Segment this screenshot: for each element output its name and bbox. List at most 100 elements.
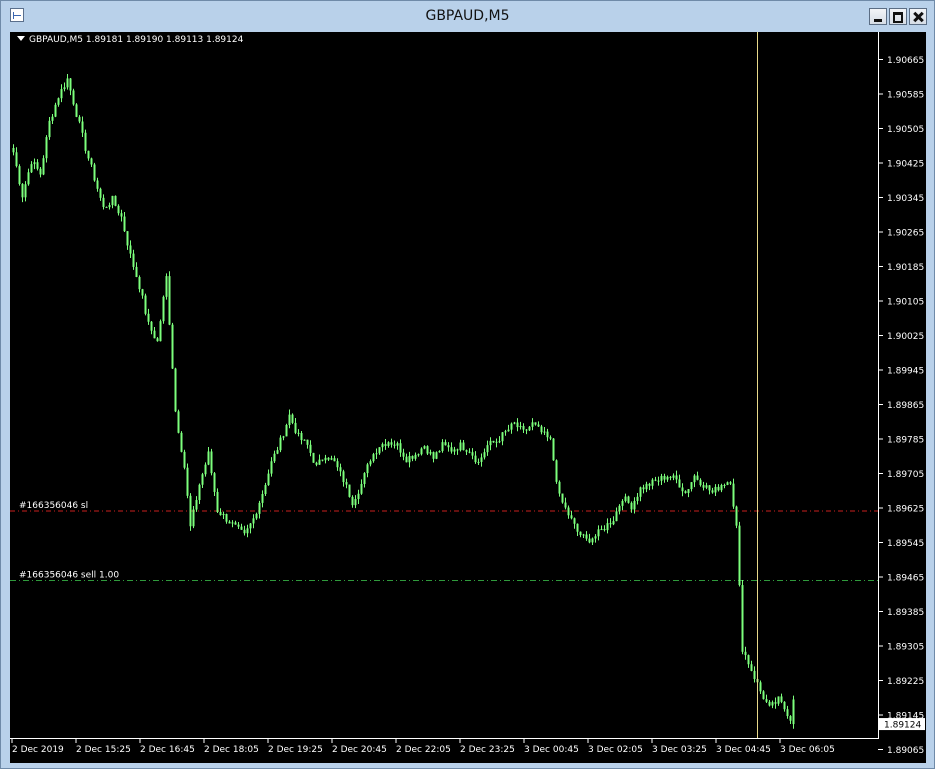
candle[interactable] xyxy=(90,157,93,167)
candle[interactable] xyxy=(393,440,396,449)
candle[interactable] xyxy=(420,447,423,456)
candle[interactable] xyxy=(39,167,42,178)
candle[interactable] xyxy=(45,135,48,163)
candle[interactable] xyxy=(273,450,276,464)
candle[interactable] xyxy=(708,485,711,495)
candle[interactable] xyxy=(666,475,669,482)
candle[interactable] xyxy=(147,308,150,325)
candle[interactable] xyxy=(570,510,573,520)
candle[interactable] xyxy=(219,508,222,516)
candle[interactable] xyxy=(483,448,486,460)
candle[interactable] xyxy=(435,451,438,460)
candle[interactable] xyxy=(675,470,678,484)
candle[interactable] xyxy=(768,699,771,707)
candle[interactable] xyxy=(63,82,66,92)
candle[interactable] xyxy=(549,435,552,441)
candle[interactable] xyxy=(339,463,342,477)
candle[interactable] xyxy=(534,422,537,426)
candle[interactable] xyxy=(120,209,123,222)
candle[interactable] xyxy=(525,429,528,435)
candle[interactable] xyxy=(384,439,387,450)
candle[interactable] xyxy=(438,450,441,453)
candle[interactable] xyxy=(780,693,783,704)
candle[interactable] xyxy=(681,483,684,497)
candle[interactable] xyxy=(369,459,372,467)
candle[interactable] xyxy=(588,533,591,544)
candle[interactable] xyxy=(510,422,513,434)
candle[interactable] xyxy=(432,451,435,463)
candle[interactable] xyxy=(777,696,780,706)
candle[interactable] xyxy=(627,495,630,504)
candle[interactable] xyxy=(342,469,345,487)
candle[interactable] xyxy=(378,447,381,455)
candle[interactable] xyxy=(702,481,705,491)
candle[interactable] xyxy=(366,462,369,478)
candle[interactable] xyxy=(138,275,141,293)
candle[interactable] xyxy=(144,293,147,316)
candle[interactable] xyxy=(459,439,462,452)
candle[interactable] xyxy=(639,486,642,502)
candle[interactable] xyxy=(321,459,324,462)
candle[interactable] xyxy=(573,517,576,529)
candle[interactable] xyxy=(363,472,366,488)
candle[interactable] xyxy=(66,73,69,90)
candle[interactable] xyxy=(213,472,216,496)
candle[interactable] xyxy=(396,441,399,450)
maximize-button[interactable] xyxy=(889,8,907,25)
candle[interactable] xyxy=(102,194,105,210)
candle[interactable] xyxy=(495,438,498,448)
candle[interactable] xyxy=(642,484,645,494)
title-bar[interactable]: GBPAUD,M5 xyxy=(1,1,934,31)
candle[interactable] xyxy=(264,482,267,496)
candle[interactable] xyxy=(750,660,753,672)
candle[interactable] xyxy=(177,409,180,434)
candle[interactable] xyxy=(171,322,174,369)
candle[interactable] xyxy=(60,84,63,103)
candle[interactable] xyxy=(324,454,327,464)
candle[interactable] xyxy=(351,495,354,508)
candle[interactable] xyxy=(15,147,18,168)
candle[interactable] xyxy=(516,418,519,432)
candle[interactable] xyxy=(150,320,153,335)
candle[interactable] xyxy=(372,452,375,463)
candle[interactable] xyxy=(537,421,540,428)
candle[interactable] xyxy=(27,168,30,186)
candle[interactable] xyxy=(690,482,693,492)
candle[interactable] xyxy=(222,511,225,519)
candle[interactable] xyxy=(582,533,585,539)
candle[interactable] xyxy=(93,162,96,182)
candle[interactable] xyxy=(204,462,207,477)
candle[interactable] xyxy=(735,505,738,529)
candle[interactable] xyxy=(180,431,183,453)
candle[interactable] xyxy=(687,489,690,498)
candle[interactable] xyxy=(168,271,171,326)
candle[interactable] xyxy=(603,525,606,532)
candle[interactable] xyxy=(315,461,318,467)
candle[interactable] xyxy=(300,430,303,445)
candle[interactable] xyxy=(81,116,84,137)
candle[interactable] xyxy=(567,505,570,519)
candle[interactable] xyxy=(693,474,696,488)
candle[interactable] xyxy=(789,715,792,725)
candle[interactable] xyxy=(135,262,138,278)
candle[interactable] xyxy=(726,481,729,486)
candle[interactable] xyxy=(240,523,243,530)
candle[interactable] xyxy=(717,484,720,492)
candle[interactable] xyxy=(561,493,564,504)
candle[interactable] xyxy=(174,367,177,413)
candle[interactable] xyxy=(414,452,417,461)
candle[interactable] xyxy=(87,150,90,161)
candle[interactable] xyxy=(636,492,639,505)
candle[interactable] xyxy=(312,452,315,463)
candle[interactable] xyxy=(447,442,450,452)
candle[interactable] xyxy=(282,435,285,441)
candle[interactable] xyxy=(387,441,390,448)
candle[interactable] xyxy=(186,463,189,499)
candle[interactable] xyxy=(348,484,351,498)
candle[interactable] xyxy=(612,516,615,526)
candle[interactable] xyxy=(615,507,618,522)
candle[interactable] xyxy=(243,525,246,536)
candle[interactable] xyxy=(645,481,648,493)
candle[interactable] xyxy=(288,409,291,429)
candle[interactable] xyxy=(114,195,117,207)
